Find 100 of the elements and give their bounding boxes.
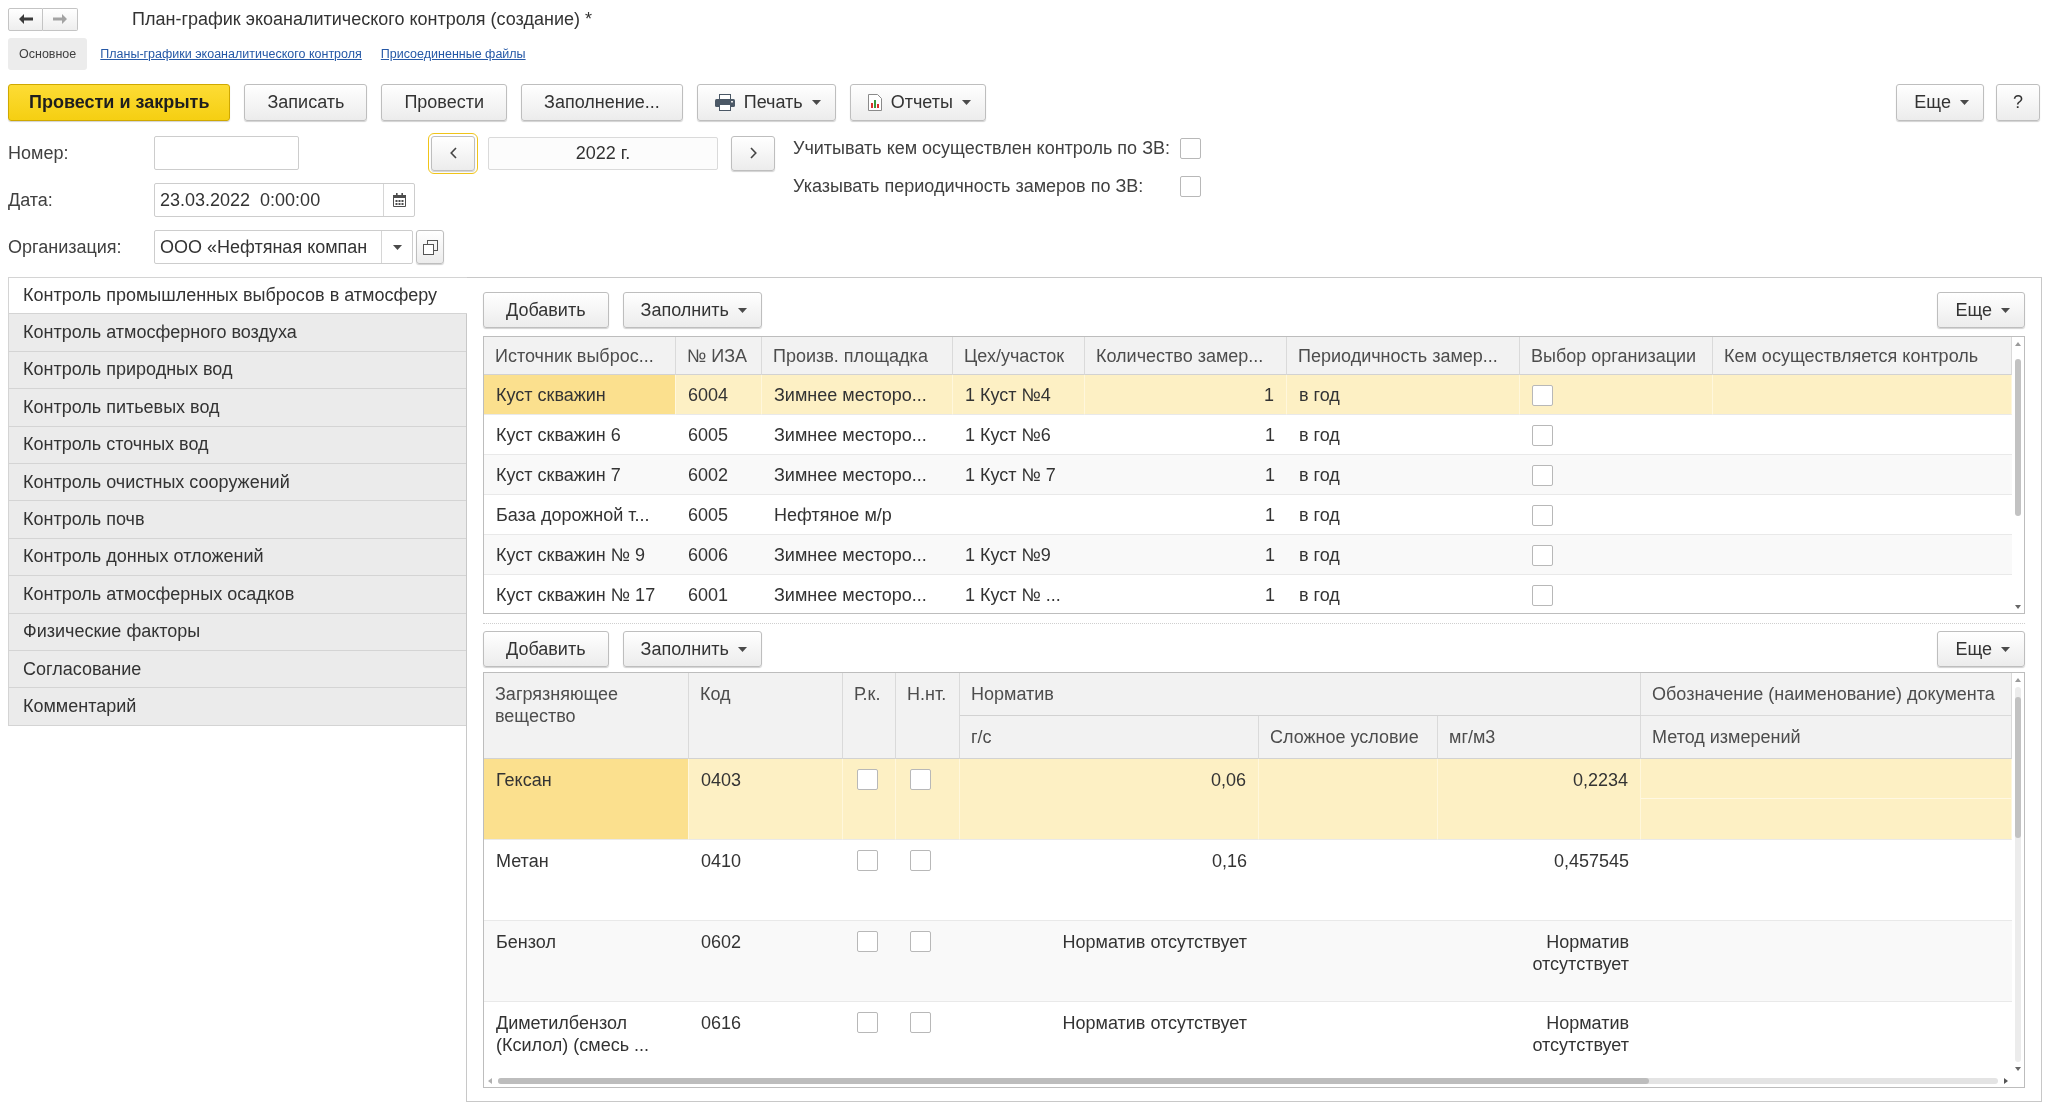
column-header[interactable]: Н.нт. bbox=[896, 673, 960, 759]
menu-button[interactable]: Еще bbox=[1896, 84, 1984, 121]
field-label: Дата: bbox=[8, 189, 54, 211]
year-field[interactable]: 2022 г. bbox=[488, 136, 718, 170]
toolbar-button[interactable]: Добавить bbox=[483, 631, 609, 667]
sidebar-item[interactable]: Контроль природных вод bbox=[8, 351, 466, 390]
table-cell: Зимнее месторо... bbox=[762, 375, 953, 415]
table-cell: Куст скважин № 9 bbox=[484, 535, 676, 575]
print-menu-button[interactable]: Печать bbox=[696, 84, 836, 121]
table-row[interactable]: Гексан 0403 0,06 0,2234 bbox=[484, 759, 2012, 840]
table-row[interactable]: Куст скважин № 17 6001 Зимнее месторо... 1 Куст № ... 1 в год bbox=[484, 575, 2012, 613]
dropdown-field[interactable]: ООО «Нефтяная компан bbox=[154, 230, 413, 264]
table-cell: 0,2234 bbox=[1438, 759, 1641, 840]
column-header[interactable]: Кем осуществляется контроль bbox=[1713, 337, 2012, 375]
previous-button[interactable] bbox=[431, 135, 475, 171]
date-field[interactable]: 23.03.2022 0:00:00 bbox=[154, 183, 415, 217]
table-cell: 1 Куст №9 bbox=[953, 535, 1085, 575]
sidebar-item[interactable]: Физические факторы bbox=[8, 613, 466, 651]
sidebar-item[interactable]: Контроль сточных вод bbox=[8, 426, 466, 464]
column-header[interactable]: г/с bbox=[960, 716, 1259, 759]
table-cell: Куст скважин 7 bbox=[484, 455, 676, 495]
table-cell: в год bbox=[1287, 535, 1520, 575]
open-button[interactable] bbox=[416, 230, 444, 264]
table-cell: 1 bbox=[1085, 575, 1287, 613]
column-header[interactable]: мг/м3 bbox=[1438, 716, 1641, 759]
checkbox[interactable] bbox=[1180, 176, 1201, 197]
menu-button[interactable]: Заполнить bbox=[622, 631, 762, 667]
chart-document-icon bbox=[867, 94, 882, 111]
checkbox[interactable] bbox=[857, 769, 878, 790]
table-cell: Бензол bbox=[484, 921, 689, 1002]
checkbox[interactable] bbox=[1532, 504, 1553, 526]
next-button[interactable] bbox=[731, 135, 775, 171]
toolbar-button[interactable]: Заполнение... bbox=[521, 84, 683, 121]
primary-button[interactable]: Провести и закрыть bbox=[8, 84, 231, 121]
table-cell: 1 bbox=[1085, 375, 1287, 415]
calendar-icon[interactable] bbox=[392, 193, 406, 207]
column-header[interactable]: Метод измерений bbox=[1641, 716, 2012, 759]
sidebar-item[interactable]: Контроль атмосферных осадков bbox=[8, 576, 466, 614]
checkbox[interactable] bbox=[857, 850, 878, 871]
column-header[interactable]: Цех/участок bbox=[953, 337, 1085, 375]
input-field[interactable] bbox=[154, 136, 299, 170]
table-row[interactable]: Бензол 0602 Норматив отсутствует Норматив отсутствует bbox=[484, 921, 2012, 1002]
column-header[interactable]: Р.к. bbox=[843, 673, 896, 759]
caret-icon[interactable] bbox=[392, 244, 402, 250]
column-header[interactable]: Загрязняющее вещество bbox=[484, 673, 689, 759]
table-row[interactable]: Куст скважин 7 6002 Зимнее месторо... 1 Куст № 7 1 в год bbox=[484, 455, 2012, 495]
checkbox[interactable] bbox=[1532, 464, 1553, 486]
sidebar-item[interactable]: Комментарий bbox=[8, 688, 466, 726]
sidebar-item[interactable]: Контроль донных отложений bbox=[8, 538, 466, 577]
table-cell: 6002 bbox=[676, 455, 762, 495]
checkbox[interactable] bbox=[910, 769, 931, 790]
caret-icon bbox=[2001, 646, 2010, 652]
menu-button[interactable]: Заполнить bbox=[622, 292, 762, 328]
column-header[interactable]: Сложное условие bbox=[1259, 716, 1438, 759]
table-row[interactable]: Куст скважин № 9 6006 Зимнее месторо... 1 Куст №9 1 в год bbox=[484, 535, 2012, 575]
column-header[interactable]: Периодичность замер... bbox=[1287, 337, 1520, 375]
menu-button[interactable]: Еще bbox=[1937, 292, 2025, 328]
tab[interactable]: Присоединенные файлы bbox=[380, 47, 526, 61]
table-row[interactable]: Куст скважин 6004 Зимнее месторо... 1 Куст №4 1 в год bbox=[484, 375, 2012, 415]
column-header[interactable]: Обозначение (наименование) документа bbox=[1641, 673, 2012, 716]
sidebar-item[interactable]: Контроль очистных сооружений bbox=[8, 463, 466, 502]
column-header[interactable]: Код bbox=[689, 673, 843, 759]
checkbox[interactable] bbox=[1532, 384, 1553, 406]
checkbox[interactable] bbox=[1180, 138, 1201, 159]
checkbox[interactable] bbox=[1532, 424, 1553, 446]
caret-icon bbox=[1960, 100, 1969, 105]
checkbox[interactable] bbox=[910, 1012, 931, 1033]
sidebar-item[interactable]: Контроль питьевых вод bbox=[8, 389, 466, 427]
table-cell: Гексан bbox=[484, 759, 689, 840]
toolbar-button[interactable]: Записать bbox=[244, 84, 368, 121]
sidebar-item[interactable]: Согласование bbox=[8, 650, 466, 689]
checkbox[interactable] bbox=[1532, 544, 1553, 566]
caret-icon bbox=[811, 100, 821, 105]
checkbox[interactable] bbox=[910, 850, 931, 871]
table-cell: 6004 bbox=[676, 375, 762, 415]
column-header[interactable]: Источник выброс... bbox=[484, 337, 676, 375]
table-cell: Куст скважин № 17 bbox=[484, 575, 676, 613]
checkbox[interactable] bbox=[857, 1012, 878, 1033]
windows-icon bbox=[422, 239, 438, 255]
reports-menu-button[interactable]: Отчеты bbox=[849, 84, 986, 121]
column-header[interactable]: Количество замер... bbox=[1085, 337, 1287, 375]
help-button[interactable]: ? bbox=[1996, 84, 2040, 121]
sidebar-item[interactable]: Контроль промышленных выбросов в атмосферу bbox=[8, 277, 467, 315]
sidebar-item[interactable]: Контроль почв bbox=[8, 501, 466, 539]
toolbar-button[interactable]: Провести bbox=[381, 84, 508, 121]
column-header[interactable]: № ИЗА bbox=[676, 337, 762, 375]
toolbar-button[interactable]: Добавить bbox=[483, 292, 609, 328]
back-button[interactable] bbox=[8, 7, 43, 31]
column-header[interactable]: Произв. площадка bbox=[762, 337, 953, 375]
table-cell: 1 Куст № ... bbox=[953, 575, 1085, 613]
checkbox[interactable] bbox=[1532, 584, 1553, 606]
checkbox[interactable] bbox=[910, 931, 931, 952]
checkbox[interactable] bbox=[857, 931, 878, 952]
tab[interactable]: Основное bbox=[8, 38, 88, 70]
window-title: План-график экоаналитического контроля (создание) * bbox=[132, 8, 592, 30]
menu-button[interactable]: Еще bbox=[1937, 631, 2025, 667]
column-header[interactable]: Выбор организации bbox=[1520, 337, 1713, 375]
tab[interactable]: Планы-графики экоаналитического контроля bbox=[100, 47, 362, 61]
sidebar-item[interactable]: Контроль атмосферного воздуха bbox=[8, 314, 466, 352]
chevron-left-icon bbox=[449, 147, 457, 159]
